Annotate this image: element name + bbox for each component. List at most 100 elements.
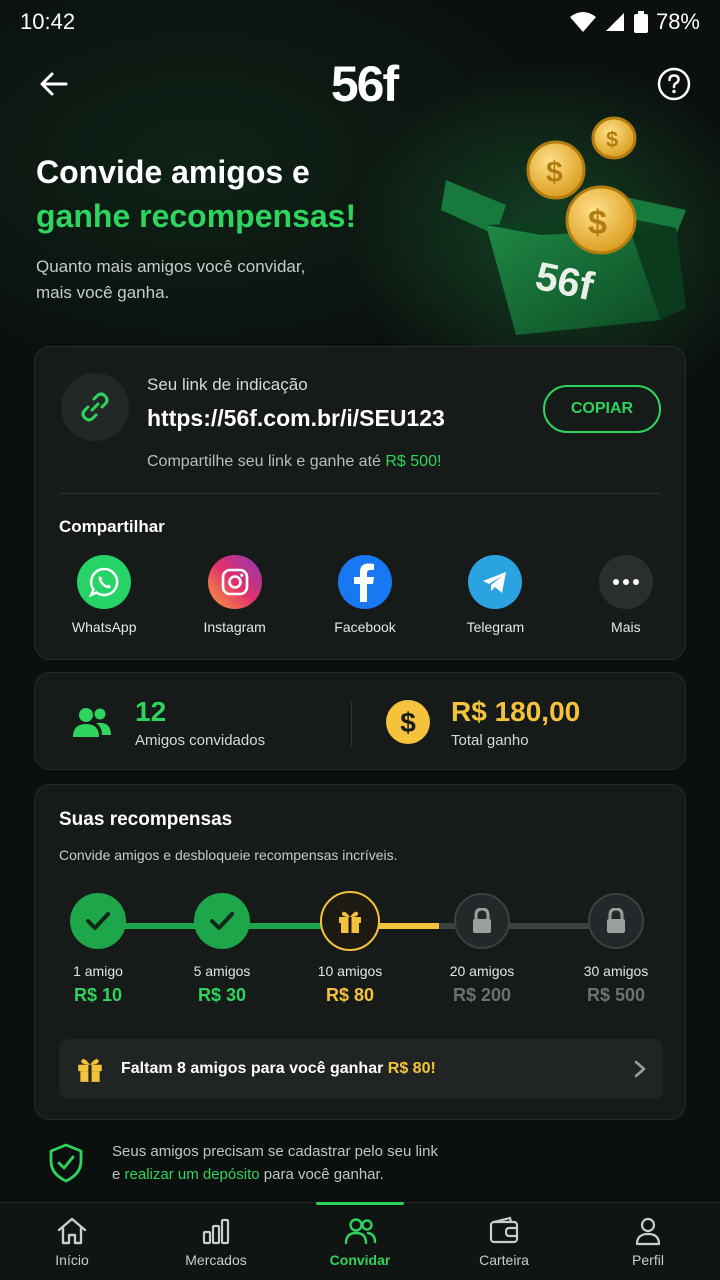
nav-label-carteira: Carteira: [479, 1251, 529, 1268]
facebook-icon[interactable]: [338, 555, 393, 609]
share-label-whatsapp: WhatsApp: [71, 619, 137, 635]
info-line2-prefix: e: [112, 1166, 125, 1183]
hero-title-line2: ganhe recompensas!: [36, 198, 357, 234]
hero-subtitle-line1: Quanto mais amigos você convidar,: [36, 257, 306, 276]
referral-link-label: Seu link de indicação: [147, 375, 308, 394]
nav-item-perfil[interactable]: Perfil: [576, 1203, 720, 1280]
svg-text:$: $: [546, 156, 563, 189]
divider: [59, 493, 661, 494]
users-icon: [73, 708, 111, 737]
instagram-icon[interactable]: [207, 555, 262, 609]
reward-step-1: 1 amigo R$ 10: [33, 893, 163, 1006]
deposit-link[interactable]: realizar um depósito: [125, 1166, 260, 1183]
svg-text:$: $: [606, 127, 618, 152]
nav-item-mercados[interactable]: Mercados: [144, 1203, 288, 1280]
share-options: WhatsApp Instagram Facebook Telegram Mai…: [35, 555, 687, 635]
nav-label-mercados: Mercados: [185, 1251, 247, 1268]
hero-title-line1: Convide amigos e: [36, 154, 310, 190]
share-more[interactable]: Mais: [565, 555, 687, 635]
reward-step-2: 5 amigos R$ 30: [157, 893, 287, 1006]
help-icon[interactable]: [656, 66, 692, 102]
reward-step-amount: R$ 200: [452, 985, 512, 1005]
dollar-coin-icon: $: [386, 700, 430, 744]
info-line2-suffix: para você ganhar.: [259, 1166, 384, 1183]
share-title: Compartilhar: [59, 517, 165, 536]
share-label-telegram: Telegram: [466, 619, 525, 635]
rewards-title: Suas recompensas: [59, 809, 233, 830]
gift-box-coins-illustration: 56f $ $ $: [441, 116, 686, 335]
whatsapp-icon[interactable]: [77, 555, 132, 609]
lock-icon: [588, 893, 644, 949]
referral-link-url: https://56f.com.br/i/SEU123: [147, 405, 445, 431]
link-icon: [81, 392, 109, 422]
friends-stat: 12 Amigos convidados: [71, 673, 265, 771]
reward-step-3: 10 amigos R$ 80: [285, 891, 415, 1006]
wallet-icon: [489, 1216, 519, 1243]
status-time: 10:42: [20, 9, 76, 34]
bottom-navigation: Início Mercados Convidar Carteira Perfil: [0, 1202, 720, 1280]
share-facebook[interactable]: Facebook: [304, 555, 426, 635]
copy-button[interactable]: COPIAR: [543, 385, 661, 433]
share-label-instagram: Instagram: [203, 619, 266, 635]
reward-step-amount: R$ 500: [586, 985, 646, 1005]
rewards-subtitle: Convide amigos e desbloqueie recompensas…: [59, 847, 398, 863]
next-reward-text: Faltam 8 amigos para você ganhar R$ 80!: [121, 1060, 633, 1078]
nav-item-convidar[interactable]: Convidar: [288, 1202, 432, 1280]
friends-label: Amigos convidados: [135, 731, 266, 749]
signal-icon: [605, 13, 624, 31]
home-icon: [57, 1217, 87, 1244]
status-icons: 78%: [569, 9, 700, 35]
reward-step-count: 10 amigos: [317, 963, 383, 979]
friends-count: 12: [135, 695, 167, 727]
reward-step-count: 20 amigos: [449, 963, 515, 979]
nav-active-indicator: [316, 1202, 404, 1205]
chart-icon: [202, 1218, 230, 1244]
reward-step-count: 5 amigos: [193, 963, 251, 979]
wifi-icon: [569, 12, 596, 32]
next-reward-banner[interactable]: Faltam 8 amigos para você ganhar R$ 80!: [59, 1039, 663, 1099]
share-telegram[interactable]: Telegram: [434, 555, 556, 635]
total-earned-label: Total ganho: [451, 731, 529, 749]
app-logo: 56f: [330, 56, 399, 112]
total-earned-stat: $ R$ 180,00 Total ganho: [385, 673, 580, 771]
referral-link-card: Seu link de indicação https://56f.com.br…: [34, 346, 686, 660]
nav-label-convidar: Convidar: [329, 1251, 391, 1268]
battery-icon: [633, 11, 648, 33]
hero-section: Convide amigos e ganhe recompensas! Quan…: [36, 150, 456, 306]
check-icon: [194, 893, 250, 949]
chevron-right-icon[interactable]: [633, 1059, 647, 1079]
deposit-info: Seus amigos precisam se cadastrar pelo s…: [48, 1140, 688, 1186]
referral-note: Compartilhe seu link e ganhe até R$ 500!: [147, 453, 441, 471]
hero-subtitle-line2: mais você ganha.: [36, 283, 170, 302]
share-whatsapp[interactable]: WhatsApp: [43, 555, 165, 635]
link-icon-container: [61, 373, 129, 441]
back-arrow-icon[interactable]: [36, 66, 72, 102]
gift-icon: [78, 1059, 102, 1082]
shield-check-icon: [49, 1143, 83, 1183]
nav-label-perfil: Perfil: [632, 1251, 664, 1268]
gift-icon: [320, 891, 380, 951]
reward-step-5: 30 amigos R$ 500: [551, 893, 681, 1006]
reward-step-count: 30 amigos: [583, 963, 649, 979]
share-instagram[interactable]: Instagram: [173, 555, 295, 635]
stats-divider: [351, 701, 352, 747]
share-label-more: Mais: [611, 619, 641, 635]
users-icon: [344, 1217, 377, 1244]
battery-level: 78%: [655, 9, 700, 34]
user-icon: [635, 1217, 661, 1245]
nav-item-inicio[interactable]: Início: [0, 1203, 144, 1280]
telegram-icon[interactable]: [468, 555, 523, 609]
nav-item-carteira[interactable]: Carteira: [432, 1203, 576, 1280]
total-earned-value: R$ 180,00: [451, 695, 581, 727]
info-line1: Seus amigos precisam se cadastrar pelo s…: [112, 1143, 438, 1160]
share-label-facebook: Facebook: [334, 619, 396, 635]
svg-text:$: $: [400, 707, 416, 738]
reward-step-amount: R$ 10: [73, 985, 123, 1005]
next-reward-prefix: Faltam 8 amigos para você ganhar: [121, 1060, 388, 1077]
next-reward-amount: R$ 80!: [387, 1060, 436, 1077]
hero-title: Convide amigos e ganhe recompensas!: [36, 150, 456, 238]
reward-step-4: 20 amigos R$ 200: [417, 893, 547, 1006]
more-icon[interactable]: [598, 555, 653, 609]
nav-label-inicio: Início: [55, 1251, 89, 1268]
lock-icon: [454, 893, 510, 949]
